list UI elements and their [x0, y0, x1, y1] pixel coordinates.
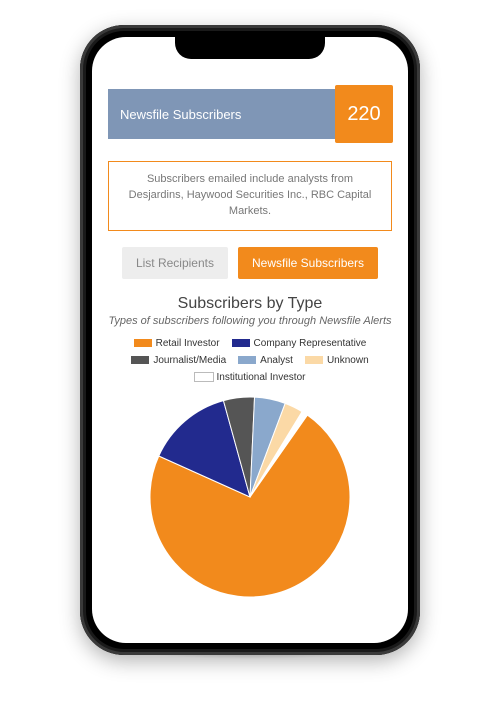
legend-label: Institutional Investor: [217, 369, 306, 386]
phone-notch: [175, 37, 325, 59]
tab-label: Newsfile Subscribers: [252, 256, 364, 270]
legend-label: Retail Investor: [156, 335, 220, 352]
pie-svg: [145, 392, 355, 602]
legend-swatch: [195, 373, 213, 381]
legend-label: Journalist/Media: [153, 352, 226, 369]
phone-frame: Newsfile Subscribers 220 Subscribers ema…: [80, 25, 420, 655]
legend-swatch: [238, 356, 256, 364]
tab-bar: List Recipients Newsfile Subscribers: [108, 247, 392, 279]
legend-item: Journalist/Media: [131, 352, 226, 369]
legend-swatch: [131, 356, 149, 364]
legend-swatch: [305, 356, 323, 364]
legend-item: Institutional Investor: [195, 369, 306, 386]
legend-item: Company Representative: [232, 335, 367, 352]
analyst-callout: Subscribers emailed include analysts fro…: [108, 161, 392, 231]
legend-label: Company Representative: [254, 335, 367, 352]
legend-item: Unknown: [305, 352, 369, 369]
legend-item: Analyst: [238, 352, 293, 369]
tab-newsfile-subscribers[interactable]: Newsfile Subscribers: [238, 247, 378, 279]
callout-text: Subscribers emailed include analysts fro…: [129, 173, 372, 217]
chart-legend: Retail Investor Company Representative Jou…: [120, 335, 380, 386]
legend-label: Analyst: [260, 352, 293, 369]
chart-title: Subscribers by Type: [108, 295, 392, 313]
legend-label: Unknown: [327, 352, 369, 369]
tab-label: List Recipients: [136, 256, 214, 270]
legend-item: Retail Investor: [134, 335, 220, 352]
header-title: Newsfile Subscribers: [108, 107, 241, 122]
tab-list-recipients[interactable]: List Recipients: [122, 247, 228, 279]
phone-screen: Newsfile Subscribers 220 Subscribers ema…: [92, 37, 408, 643]
chart-subtitle: Types of subscribers following you throu…: [108, 315, 392, 327]
legend-swatch: [134, 339, 152, 347]
legend-swatch: [232, 339, 250, 347]
subscriber-count-badge: 220: [335, 85, 393, 143]
subscriber-count-value: 220: [347, 103, 380, 126]
header-bar: Newsfile Subscribers 220: [108, 89, 392, 139]
pie-chart: [108, 392, 392, 602]
